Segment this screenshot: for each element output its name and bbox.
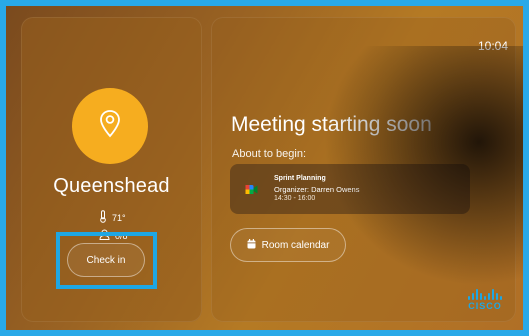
thermometer-icon <box>99 210 112 225</box>
google-meet-icon <box>245 183 258 196</box>
room-calendar-button[interactable]: Room calendar <box>230 228 346 262</box>
temperature-row: 71° <box>99 210 126 225</box>
meeting-organizer: Organizer: Darren Owens <box>274 185 360 194</box>
meeting-status-panel: 10:04 Meeting starting soon About to beg… <box>211 17 516 322</box>
cisco-logo-bars-icon <box>468 289 502 300</box>
status-headline: Meeting starting soon <box>231 113 432 136</box>
check-in-button[interactable]: Check in <box>67 243 145 277</box>
room-name: Queenshead <box>53 175 170 197</box>
calendar-icon <box>247 238 262 252</box>
meeting-title: Sprint Planning <box>274 175 326 182</box>
room-calendar-label: Room calendar <box>261 239 330 251</box>
status-subhead: About to begin: <box>232 148 307 160</box>
room-display-screen: Queenshead 71° 0/8 Check in 10:04 Meetin… <box>6 6 523 330</box>
location-badge <box>72 88 148 164</box>
clock: 10:04 <box>477 39 508 53</box>
location-pin-icon <box>98 109 122 144</box>
cisco-wordmark: CISCO <box>468 301 502 311</box>
meeting-card[interactable]: Sprint Planning Organizer: Darren Owens … <box>230 164 470 214</box>
temperature-value: 71° <box>112 212 126 223</box>
cisco-logo: CISCO <box>468 289 502 311</box>
meeting-time: 14:30 - 16:00 <box>274 195 316 202</box>
